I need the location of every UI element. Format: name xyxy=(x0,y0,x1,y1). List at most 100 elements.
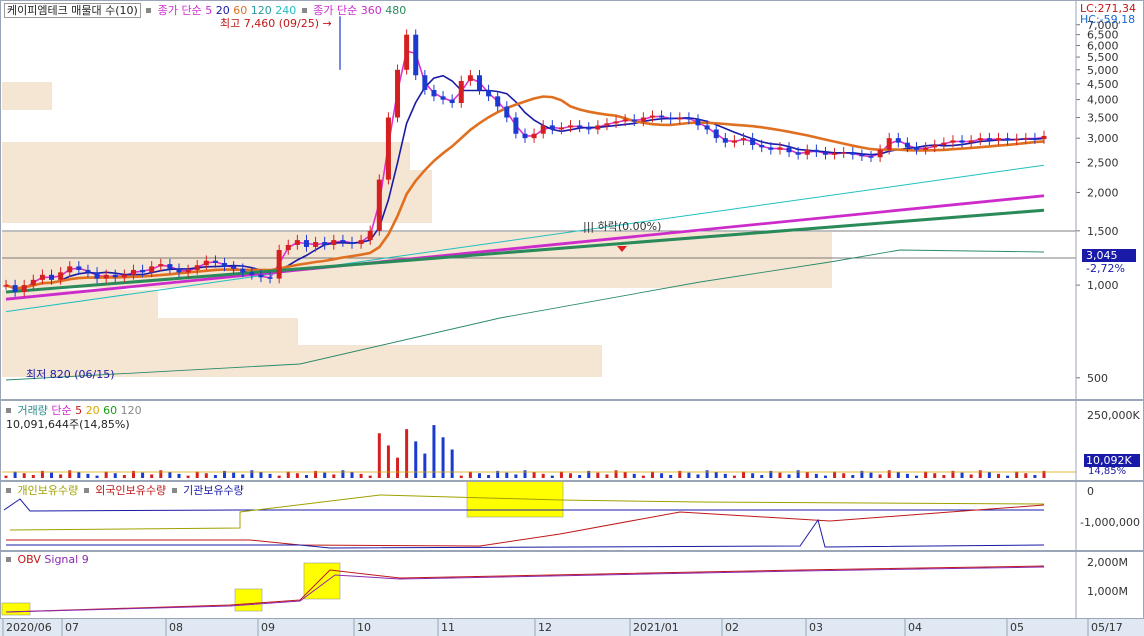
candle-body xyxy=(604,123,610,126)
volume-bar xyxy=(295,473,299,478)
volume-bar xyxy=(1006,475,1010,478)
candle-body xyxy=(476,75,482,90)
price-tick-label: 2,500 xyxy=(1087,157,1119,170)
volume-bar xyxy=(760,475,764,478)
legend-period-360: 360 xyxy=(360,4,386,17)
candle-body xyxy=(813,149,819,153)
volume-bar xyxy=(150,474,154,478)
volume-bar xyxy=(532,472,536,478)
candle-body xyxy=(249,272,255,275)
volume-bar xyxy=(723,473,727,478)
volume-bar xyxy=(304,475,308,478)
candle-body xyxy=(595,125,601,130)
volume-profile-band xyxy=(2,290,158,318)
volume-bar xyxy=(687,472,691,478)
candle-body xyxy=(495,96,501,107)
volume-bar xyxy=(942,475,946,478)
date-tick-label: 10 xyxy=(357,621,371,634)
candle-body xyxy=(3,285,9,287)
ma-legend-label: 종가 단순 xyxy=(157,4,202,17)
volume-bar xyxy=(396,457,400,478)
candle-body xyxy=(121,274,127,278)
volume-bar xyxy=(204,473,208,478)
candle-body xyxy=(58,272,64,280)
candle-body xyxy=(340,240,346,243)
legend-marker-icon xyxy=(83,488,89,493)
candle-body xyxy=(49,274,55,280)
candle-body xyxy=(750,138,756,145)
volume-bar xyxy=(423,453,427,478)
volume-value: 10,091,644주(14,85%) xyxy=(6,418,130,431)
candle-body xyxy=(76,266,82,270)
candle-body xyxy=(94,272,100,279)
volume-bar xyxy=(623,472,627,478)
candle-body xyxy=(1014,139,1020,141)
candle-body xyxy=(504,106,510,118)
price-tick-label: 4,500 xyxy=(1087,78,1119,91)
price-tick-label: 3,000 xyxy=(1087,132,1119,145)
candle-body xyxy=(1005,138,1011,141)
volume-bar xyxy=(569,473,573,478)
candle-body xyxy=(640,117,646,122)
volume-bar xyxy=(377,433,381,478)
candle-body xyxy=(67,266,73,273)
volume-bar xyxy=(1033,475,1037,478)
date-tick-label: 11 xyxy=(441,621,455,634)
candle-body xyxy=(968,140,974,143)
candle-body xyxy=(395,69,401,118)
volume-bar xyxy=(915,475,919,478)
volume-bar xyxy=(714,472,718,478)
volume-bar xyxy=(405,429,409,478)
volume-bar xyxy=(978,470,982,478)
candle-body xyxy=(240,268,246,273)
date-axis: 2020/06 07 08 09 10 11 12 2021/01 02 03 04 05 05/17 xyxy=(0,618,1144,636)
volume-bar xyxy=(323,472,327,478)
volume-profile-band xyxy=(2,170,432,196)
volume-profile-band xyxy=(2,196,432,223)
candle-body xyxy=(795,152,801,155)
volume-bar xyxy=(1015,471,1019,478)
volume-bar xyxy=(186,475,190,478)
volume-bar xyxy=(113,473,117,478)
price-tick-label: 5,500 xyxy=(1087,51,1119,64)
candle-body xyxy=(622,119,628,122)
candle-body xyxy=(841,152,847,154)
volume-bar xyxy=(605,474,609,478)
legend-marker-icon xyxy=(301,8,307,13)
volume-bar xyxy=(823,475,827,478)
price-change-label: -2,72% xyxy=(1086,262,1125,275)
candle-body xyxy=(822,152,828,155)
volume-bar xyxy=(842,473,846,478)
volume-bar xyxy=(159,470,163,478)
volume-bar xyxy=(450,449,454,478)
candle-body xyxy=(313,242,319,247)
volume-bar xyxy=(814,473,818,478)
candle-body xyxy=(995,138,1001,141)
candle-body xyxy=(950,140,956,143)
price-tick-label: 500 xyxy=(1087,372,1108,385)
chart-title-row: 케이피엠테크 매물대 수(10) 종가 단순 5 20 60 120 240 종… xyxy=(4,2,406,18)
volume-bar xyxy=(924,471,928,478)
candle-body xyxy=(285,244,291,251)
volume-bar xyxy=(77,472,81,478)
candle-body xyxy=(741,138,747,141)
candle-body xyxy=(577,125,583,128)
volume-bar xyxy=(168,472,172,478)
stock-chart[interactable]: 250,000K 0-1,000,000 2,000M1,000M 7,0006… xyxy=(0,0,1144,636)
volume-bar xyxy=(31,475,35,478)
candle-body xyxy=(895,138,901,143)
volume-bar xyxy=(705,470,709,478)
price-tick-label: 5,000 xyxy=(1087,64,1119,77)
candle-body xyxy=(932,144,938,148)
candle-body xyxy=(486,89,492,97)
hc-label: HC:-59,18 xyxy=(1080,13,1136,26)
candle-body xyxy=(886,138,892,150)
volume-bar xyxy=(368,475,372,478)
candle-body xyxy=(1041,135,1047,140)
volume-bar xyxy=(477,473,481,478)
date-tick-label: 04 xyxy=(908,621,922,634)
chart-title[interactable]: 케이피엠테크 매물대 수(10) xyxy=(4,3,141,18)
date-tick-label: 2021/01 xyxy=(633,621,679,634)
volume-bar xyxy=(550,475,554,478)
candle-body xyxy=(613,121,619,124)
